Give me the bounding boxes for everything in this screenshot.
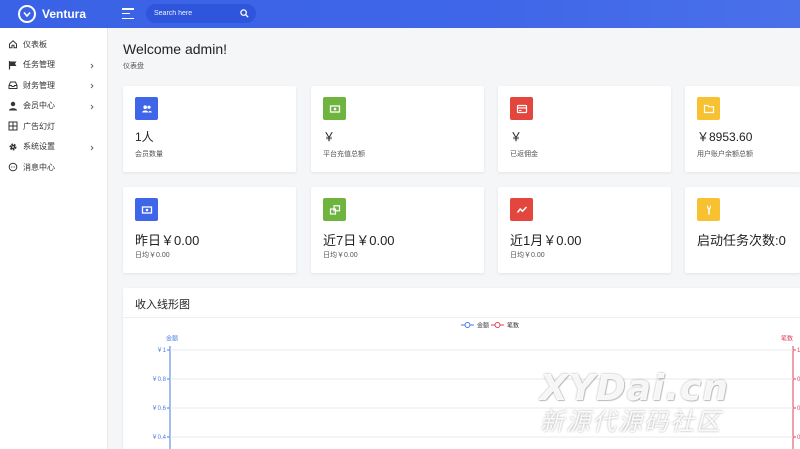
stat-card: 近7日￥0.00 日均￥0.00 — [311, 187, 484, 273]
sidebar-item-label: 会员中心 — [23, 101, 55, 111]
stat-label: 平台充值总额 — [323, 151, 365, 158]
money-icon — [323, 97, 346, 120]
flag-icon — [8, 60, 18, 70]
sidebar-item-label: 仪表板 — [23, 39, 47, 49]
stat-value: ￥ — [323, 130, 336, 144]
income-chart-panel: 收入线形图 金额笔数金额笔数￥11笔￥0.80.8笔￥0.60.6笔￥0.40.… — [123, 288, 800, 449]
top-bar: Ventura — [0, 0, 800, 28]
legend-marker — [464, 322, 471, 328]
stat-card: 1人会员数量 — [123, 86, 296, 172]
stat-card: 近1月￥0.00 日均￥0.00 — [498, 187, 671, 273]
stat-value: 近1月￥0.00 — [510, 233, 582, 248]
chevron-right-icon — [89, 82, 95, 89]
folder-icon — [697, 97, 720, 120]
money-icon — [135, 198, 158, 221]
gear-icon — [8, 142, 18, 152]
stat-value: 启动任务次数:0 — [697, 233, 786, 248]
inbox-icon — [8, 80, 18, 90]
main-content: Welcome admin! 仪表盘 1人会员数量 ￥ 平台充值总额 ￥ 已返佣金 ￥89… — [108, 28, 800, 449]
stat-card: 昨日￥0.00 日均￥0.00 — [123, 187, 296, 273]
y-left-tick-label: ￥0.4 — [152, 434, 167, 441]
windows-icon — [323, 198, 346, 221]
chat-icon — [8, 162, 18, 172]
ventura-logo-icon — [18, 5, 36, 23]
sidebar-item-1[interactable]: 任务管理 — [0, 55, 107, 76]
sidebar-item-label: 财务管理 — [23, 80, 55, 90]
stat-card: ￥8953.60 用户账户余额总额 — [685, 86, 800, 172]
income-line-chart: 金额笔数金额笔数￥11笔￥0.80.8笔￥0.60.6笔￥0.40.4笔 — [152, 322, 800, 449]
user-icon — [8, 101, 18, 111]
chevron-right-icon — [89, 103, 95, 109]
stat-value: 1人 — [135, 130, 154, 144]
home-icon — [8, 39, 18, 49]
y-left-axis-title: 金额 — [166, 335, 178, 343]
search-input[interactable] — [154, 10, 234, 17]
stat-value: ￥ — [510, 130, 523, 144]
y-left-tick-label: ￥0.8 — [152, 376, 167, 383]
grid-icon — [8, 121, 18, 131]
trend-icon — [510, 198, 533, 221]
search-box — [146, 4, 256, 23]
breadcrumb: 仪表盘 — [123, 63, 144, 70]
stat-value: 近7日￥0.00 — [323, 233, 395, 248]
stat-label: 日均￥0.00 — [323, 252, 358, 259]
stat-card: ￥ 平台充值总额 — [311, 86, 484, 172]
chevron-right-icon — [89, 62, 95, 68]
sidebar-item-6[interactable]: 消息中心 — [0, 157, 107, 178]
brand-name: Ventura — [42, 7, 87, 21]
sidebar: 仪表板任务管理财务管理会员中心广告幻灯系统设置消息中心 — [0, 28, 108, 449]
sidebar-item-4[interactable]: 广告幻灯 — [0, 116, 107, 137]
sidebar-item-label: 任务管理 — [23, 60, 55, 70]
wrench-icon — [697, 198, 720, 221]
legend-label: 金额 — [477, 322, 489, 330]
stat-value: ￥8953.60 — [697, 130, 753, 144]
page-title: Welcome admin! — [123, 41, 228, 57]
menu-toggle-icon[interactable] — [122, 8, 134, 19]
card-icon — [510, 97, 533, 120]
stat-label: 用户账户余额总额 — [697, 151, 753, 158]
search-icon[interactable] — [240, 9, 249, 18]
sidebar-item-label: 系统设置 — [23, 142, 55, 152]
legend-marker — [494, 322, 501, 328]
sidebar-item-2[interactable]: 财务管理 — [0, 75, 107, 96]
sidebar-item-5[interactable]: 系统设置 — [0, 137, 107, 158]
y-right-axis-title: 笔数 — [781, 335, 793, 343]
stat-label: 已返佣金 — [510, 151, 538, 158]
chart-panel-title: 收入线形图 — [135, 299, 190, 311]
sidebar-item-label: 广告幻灯 — [23, 121, 55, 131]
brand[interactable]: Ventura — [18, 4, 86, 24]
stat-label: 日均￥0.00 — [510, 252, 545, 259]
sidebar-item-label: 消息中心 — [23, 162, 55, 172]
stat-card: 启动任务次数:0 — [685, 187, 800, 273]
sidebar-item-3[interactable]: 会员中心 — [0, 96, 107, 117]
chevron-right-icon — [89, 144, 95, 150]
y-left-tick-label: ￥1 — [157, 347, 167, 354]
stat-card: ￥ 已返佣金 — [498, 86, 671, 172]
stat-value: 昨日￥0.00 — [135, 233, 200, 248]
legend-label: 笔数 — [507, 322, 519, 330]
sidebar-item-0[interactable]: 仪表板 — [0, 34, 107, 55]
users-icon — [135, 97, 158, 120]
stat-label: 日均￥0.00 — [135, 252, 170, 259]
y-left-tick-label: ￥0.6 — [152, 405, 167, 412]
stat-label: 会员数量 — [135, 151, 163, 158]
